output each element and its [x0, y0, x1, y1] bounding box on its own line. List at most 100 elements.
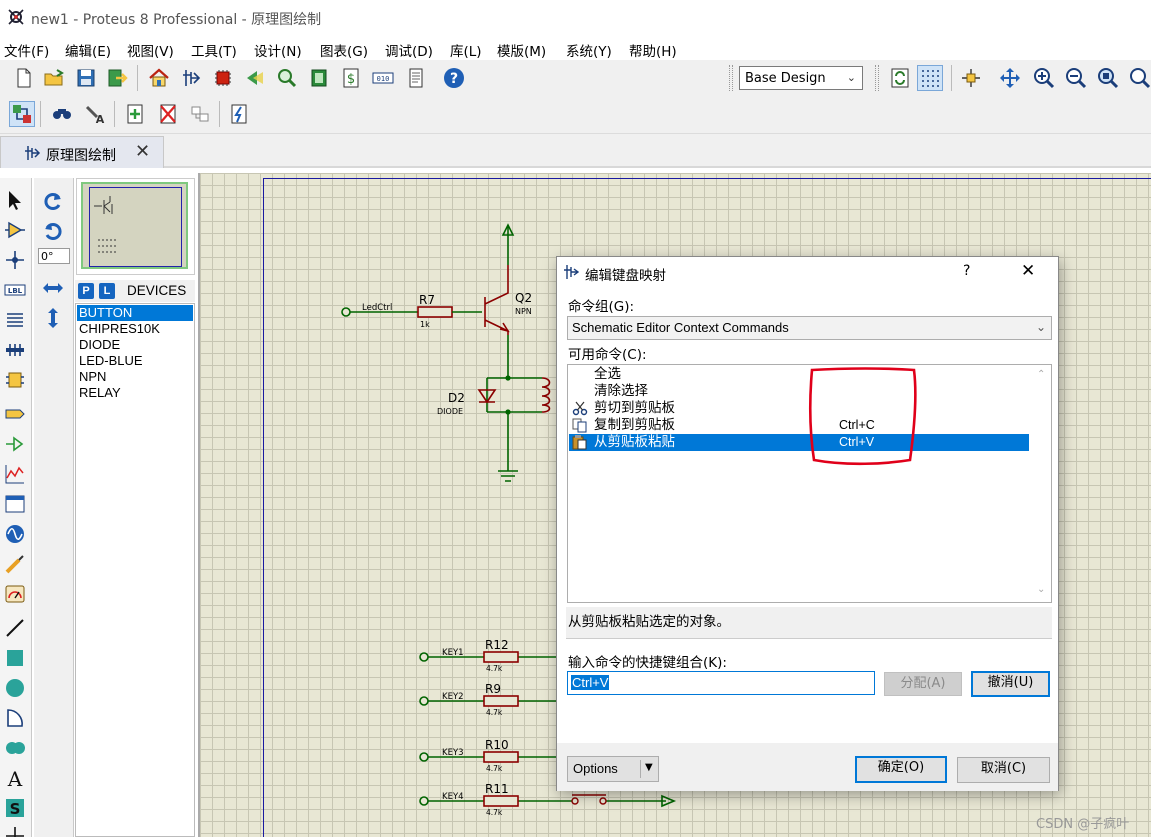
junction-dot-icon[interactable]	[3, 248, 27, 272]
marker-tool-icon[interactable]	[3, 824, 27, 837]
virtual-instruments-icon[interactable]	[3, 582, 27, 606]
assign-button[interactable]: 分配(A)	[884, 672, 962, 696]
command-row-select-all[interactable]: 全选	[569, 366, 1029, 383]
layer-select[interactable]: Base Design ⌄	[739, 66, 863, 90]
mirror-horizontal-icon[interactable]	[41, 276, 65, 300]
schematic-icon[interactable]	[178, 65, 204, 91]
shortcut-input[interactable]: Ctrl+V	[567, 671, 875, 695]
command-row-copy[interactable]: 复制到剪贴板 Ctrl+C	[569, 417, 1029, 434]
cancel-button[interactable]: 取消(C)	[957, 757, 1050, 783]
component-mode-icon[interactable]	[3, 218, 27, 242]
origin-icon[interactable]	[958, 65, 984, 91]
toolbar-grip[interactable]	[729, 65, 733, 91]
device-item-relay[interactable]: RELAY	[77, 385, 193, 401]
menu-tools[interactable]: 工具(T)	[191, 40, 237, 60]
command-row-cut[interactable]: 剪切到剪贴板	[569, 400, 1029, 417]
dialog-title-bar[interactable]: 编辑键盘映射 ? ✕	[557, 257, 1058, 287]
ok-button[interactable]: 确定(O)	[855, 756, 947, 783]
rotate-anticlockwise-icon[interactable]	[41, 219, 65, 243]
menu-file[interactable]: 文件(F)	[4, 40, 49, 60]
new-file-icon[interactable]	[11, 65, 37, 91]
new-sheet-icon[interactable]	[122, 101, 148, 127]
graph-mode-icon[interactable]	[3, 462, 27, 486]
realtime-snap-icon[interactable]	[9, 101, 35, 127]
dropdown-arrow-icon[interactable]: ▼	[645, 762, 653, 773]
toolbar-grip[interactable]	[875, 65, 879, 91]
close-icon[interactable]: ✕	[135, 141, 150, 162]
source-code-icon[interactable]: 010	[370, 65, 396, 91]
menu-view[interactable]: 视图(V)	[127, 40, 174, 60]
menu-system[interactable]: 系统(Y)	[566, 40, 612, 60]
rotate-clockwise-icon[interactable]	[41, 189, 65, 213]
help-icon[interactable]: ?	[441, 65, 467, 91]
open-folder-icon[interactable]	[41, 65, 67, 91]
menu-design[interactable]: 设计(N)	[254, 40, 302, 60]
device-item-npn[interactable]: NPN	[77, 369, 193, 385]
menu-help[interactable]: 帮助(H)	[629, 40, 677, 60]
gerber-viewer-icon[interactable]	[274, 65, 300, 91]
close-button[interactable]: ✕	[1021, 261, 1035, 281]
menu-edit[interactable]: 编辑(E)	[65, 40, 111, 60]
menu-template[interactable]: 模版(M)	[497, 40, 546, 60]
options-button[interactable]: Options ▼	[567, 756, 659, 782]
rotation-angle-input[interactable]: 0°	[38, 248, 70, 264]
refresh-icon[interactable]	[887, 65, 913, 91]
zoom-in-icon[interactable]	[1031, 65, 1057, 91]
command-row-clear-selection[interactable]: 清除选择	[569, 383, 1029, 400]
home-icon[interactable]	[146, 65, 172, 91]
available-commands-list[interactable]: 全选 清除选择 剪切到剪贴板 复制到剪贴板 Ctrl+C 从剪贴板粘贴 Ctrl…	[567, 364, 1052, 603]
import-icon[interactable]	[104, 65, 130, 91]
menu-library[interactable]: 库(L)	[450, 40, 482, 60]
zoom-out-icon[interactable]	[1063, 65, 1089, 91]
device-selector-list[interactable]: BUTTON CHIPRES10K DIODE LED-BLUE NPN REL…	[75, 303, 195, 837]
pan-icon[interactable]	[997, 65, 1023, 91]
text-script-icon[interactable]	[3, 308, 27, 332]
project-notes-icon[interactable]	[403, 65, 429, 91]
line-tool-icon[interactable]	[3, 616, 27, 640]
help-button[interactable]: ?	[963, 263, 970, 279]
undo-button[interactable]: 撤消(U)	[971, 671, 1050, 697]
command-group-select[interactable]: Schematic Editor Context Commands ⌄	[567, 316, 1052, 340]
generator-icon[interactable]	[3, 522, 27, 546]
commands-scrollbar[interactable]: ⌃ ⌄	[1034, 365, 1051, 602]
delete-sheet-icon[interactable]	[155, 101, 181, 127]
library-manager-button[interactable]: L	[99, 283, 115, 299]
toggle-grid-icon[interactable]	[917, 65, 943, 91]
device-item-diode[interactable]: DIODE	[77, 337, 193, 353]
device-item-chipres10k[interactable]: CHIPRES10K	[77, 321, 193, 337]
device-item-button[interactable]: BUTTON	[77, 305, 193, 321]
terminals-icon[interactable]	[3, 402, 27, 426]
3d-visualizer-icon[interactable]	[241, 65, 267, 91]
menu-graph[interactable]: 图表(G)	[320, 40, 368, 60]
property-tool-icon[interactable]: A	[82, 101, 108, 127]
device-pins-icon[interactable]	[3, 432, 27, 456]
subcircuit-icon[interactable]	[3, 368, 27, 392]
selection-mode-icon[interactable]	[3, 188, 27, 212]
pick-devices-button[interactable]: P	[78, 283, 94, 299]
overview-window[interactable]	[76, 178, 195, 275]
tab-schematic-capture[interactable]: 原理图绘制 ✕	[0, 136, 164, 168]
arc-tool-icon[interactable]	[3, 706, 27, 730]
box-tool-icon[interactable]	[3, 646, 27, 670]
circle-tool-icon[interactable]	[3, 676, 27, 700]
mirror-vertical-icon[interactable]	[41, 306, 65, 330]
wire-label-icon[interactable]: LBL	[3, 278, 27, 302]
menu-debug[interactable]: 调试(D)	[385, 40, 433, 60]
zoom-all-icon[interactable]	[1095, 65, 1121, 91]
bill-of-materials-icon[interactable]: $	[338, 65, 364, 91]
zoom-area-icon[interactable]	[1127, 65, 1151, 91]
text-tool-icon[interactable]: A	[3, 766, 27, 790]
pcb-layout-icon[interactable]	[210, 65, 236, 91]
command-row-paste[interactable]: 从剪贴板粘贴 Ctrl+V	[569, 434, 1029, 451]
buses-icon[interactable]	[3, 338, 27, 362]
save-icon[interactable]	[73, 65, 99, 91]
search-icon[interactable]	[49, 101, 75, 127]
probe-icon[interactable]	[3, 552, 27, 576]
design-explorer-icon[interactable]	[306, 65, 332, 91]
design-rule-check-icon[interactable]	[226, 101, 252, 127]
scroll-down-icon[interactable]: ⌄	[1037, 584, 1045, 595]
recorder-icon[interactable]	[3, 492, 27, 516]
path-tool-icon[interactable]	[3, 736, 27, 760]
symbol-tool-icon[interactable]: S	[3, 796, 27, 820]
goto-sheet-icon[interactable]	[187, 101, 213, 127]
